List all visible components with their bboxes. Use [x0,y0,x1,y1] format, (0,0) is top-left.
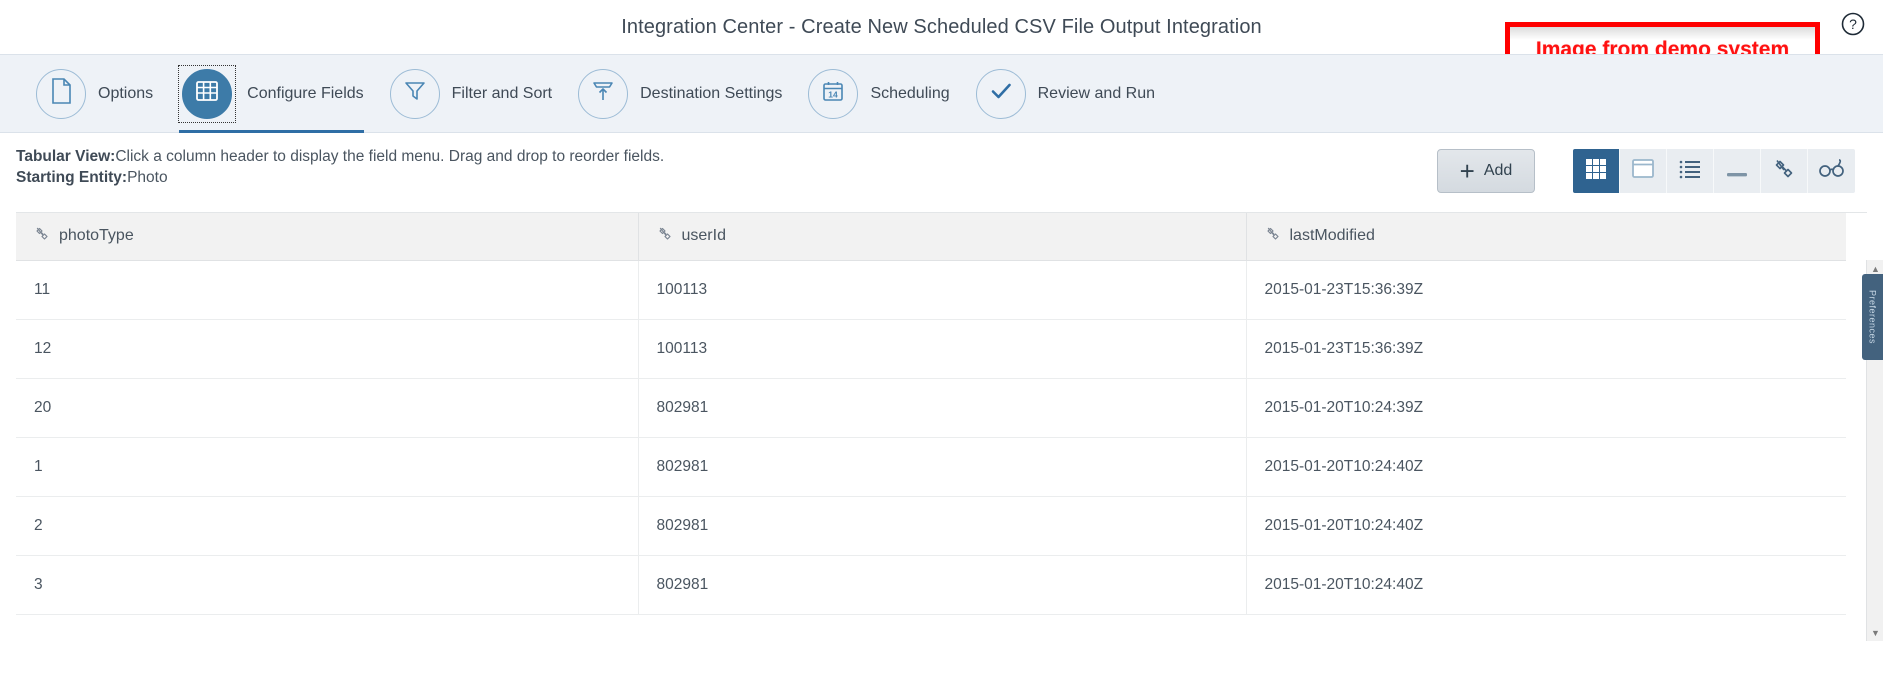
step-review-and-run-label: Review and Run [1037,84,1156,102]
cell-phototype: 1 [16,437,639,497]
column-header-userid[interactable]: userId [638,213,1247,261]
add-button-label: Add [1483,162,1513,179]
sub-header: Tabular View:Click a column header to di… [0,133,1883,212]
step-scheduling-circle: 14 [808,68,859,119]
cell-lastmodified: 2015-01-20T10:24:39Z [1246,378,1846,438]
starting-entity-label: Starting Entity: [16,169,128,186]
cell-lastmodified: 2015-01-20T10:24:40Z [1246,496,1846,556]
table-row[interactable]: 12 100113 2015-01-23T15:36:39Z [16,319,1846,379]
window-icon [1631,158,1655,185]
plus-icon: + [1459,156,1475,186]
table-header-row: photoType userId lastModified [16,213,1846,261]
step-destination-settings-circle [578,68,629,119]
step-filter-and-sort-label: Filter and Sort [451,84,553,102]
cell-userid: 802981 [638,496,1247,556]
step-scheduling-label: Scheduling [870,84,950,102]
preview-button[interactable] [1808,149,1855,193]
cell-lastmodified: 2015-01-23T15:36:39Z [1246,319,1846,379]
field-table-area: photoType userId lastModified 11 100113 … [16,212,1883,641]
cell-lastmodified: 2015-01-20T10:24:40Z [1246,555,1846,615]
cell-userid: 802981 [638,437,1247,497]
check-icon [987,77,1015,110]
calendar-icon: 14 [820,78,846,109]
field-link-icon [1265,226,1281,247]
cell-phototype: 20 [16,378,639,438]
cell-phototype: 2 [16,496,639,556]
table-header: photoType userId lastModified [16,213,1846,261]
column-header-lastmodified-label: lastModified [1289,227,1375,245]
collapse-view-button[interactable] [1714,149,1761,193]
plug-connector-icon [1772,158,1796,185]
table-row[interactable]: 2 802981 2015-01-20T10:24:40Z [16,496,1846,556]
chevron-down-icon[interactable]: ▼ [1867,624,1883,641]
cell-userid: 802981 [638,378,1247,438]
step-filter-and-sort-circle [389,68,440,119]
starting-entity-value: Photo [127,169,168,186]
page-title: Integration Center - Create New Schedule… [621,15,1262,38]
field-link-icon [34,226,50,247]
step-configure-fields[interactable]: Configure Fields [178,54,364,133]
step-review-and-run[interactable]: Review and Run [975,54,1156,133]
connector-button[interactable] [1761,149,1808,193]
step-options-circle [36,68,86,119]
title-bar: Integration Center - Create New Schedule… [0,0,1883,78]
cell-userid: 802981 [638,555,1247,615]
cell-phototype: 11 [16,260,639,320]
table-toolbar: + Add [1437,149,1855,193]
table-row[interactable]: 11 100113 2015-01-23T15:36:39Z [16,260,1846,320]
card-view-button[interactable] [1620,149,1667,193]
funnel-icon [402,78,428,109]
field-link-icon [657,226,673,247]
tabular-view-label: Tabular View: [16,148,116,165]
tabular-view-text: Click a column header to display the fie… [115,148,665,165]
step-filter-and-sort[interactable]: Filter and Sort [389,54,553,133]
cell-lastmodified: 2015-01-20T10:24:40Z [1246,437,1846,497]
step-destination-settings[interactable]: Destination Settings [578,54,782,133]
column-header-userid-label: userId [681,227,726,245]
list-view-button[interactable] [1667,149,1714,193]
upload-box-icon [590,78,616,109]
column-header-phototype-label: photoType [59,227,134,245]
table-row[interactable]: 3 802981 2015-01-20T10:24:40Z [16,555,1846,615]
table-body: 11 100113 2015-01-23T15:36:39Z 12 100113… [16,260,1846,615]
dash-icon [1725,158,1749,185]
step-configure-fields-label: Configure Fields [247,84,364,102]
svg-text:?: ? [1849,16,1857,32]
list-icon [1679,159,1701,184]
calendar-day-number: 14 [829,90,839,100]
side-panel-tab[interactable]: Preferences [1862,274,1883,360]
step-review-and-run-circle [975,68,1026,119]
column-header-lastmodified[interactable]: lastModified [1246,213,1846,261]
step-configure-fields-circle [182,68,233,119]
grid-view-button[interactable] [1573,149,1620,193]
side-panel-tab-label: Preferences [1867,289,1878,345]
view-toggle-group [1573,149,1855,193]
cell-lastmodified: 2015-01-23T15:36:39Z [1246,260,1846,320]
column-header-phototype[interactable]: photoType [16,213,639,261]
step-navigation: Options Configure Fields Filter and Sort… [0,54,1883,133]
cell-userid: 100113 [638,260,1247,320]
step-options-label: Options [98,84,154,102]
table-row[interactable]: 20 802981 2015-01-20T10:24:39Z [16,378,1846,438]
add-button[interactable]: + Add [1437,149,1535,193]
cell-userid: 100113 [638,319,1247,379]
grid-table-icon [194,78,220,109]
table-row[interactable]: 1 802981 2015-01-20T10:24:40Z [16,437,1846,497]
field-table: photoType userId lastModified 11 100113 … [16,213,1846,615]
step-destination-settings-label: Destination Settings [640,84,783,102]
document-icon [49,77,73,110]
cell-phototype: 3 [16,555,639,615]
glasses-icon [1818,158,1846,184]
step-options[interactable]: Options [36,54,153,133]
cell-phototype: 12 [16,319,639,379]
grid-icon [1585,158,1607,185]
step-scheduling[interactable]: 14 Scheduling [808,54,950,133]
help-circle-icon[interactable]: ? [1837,8,1869,40]
